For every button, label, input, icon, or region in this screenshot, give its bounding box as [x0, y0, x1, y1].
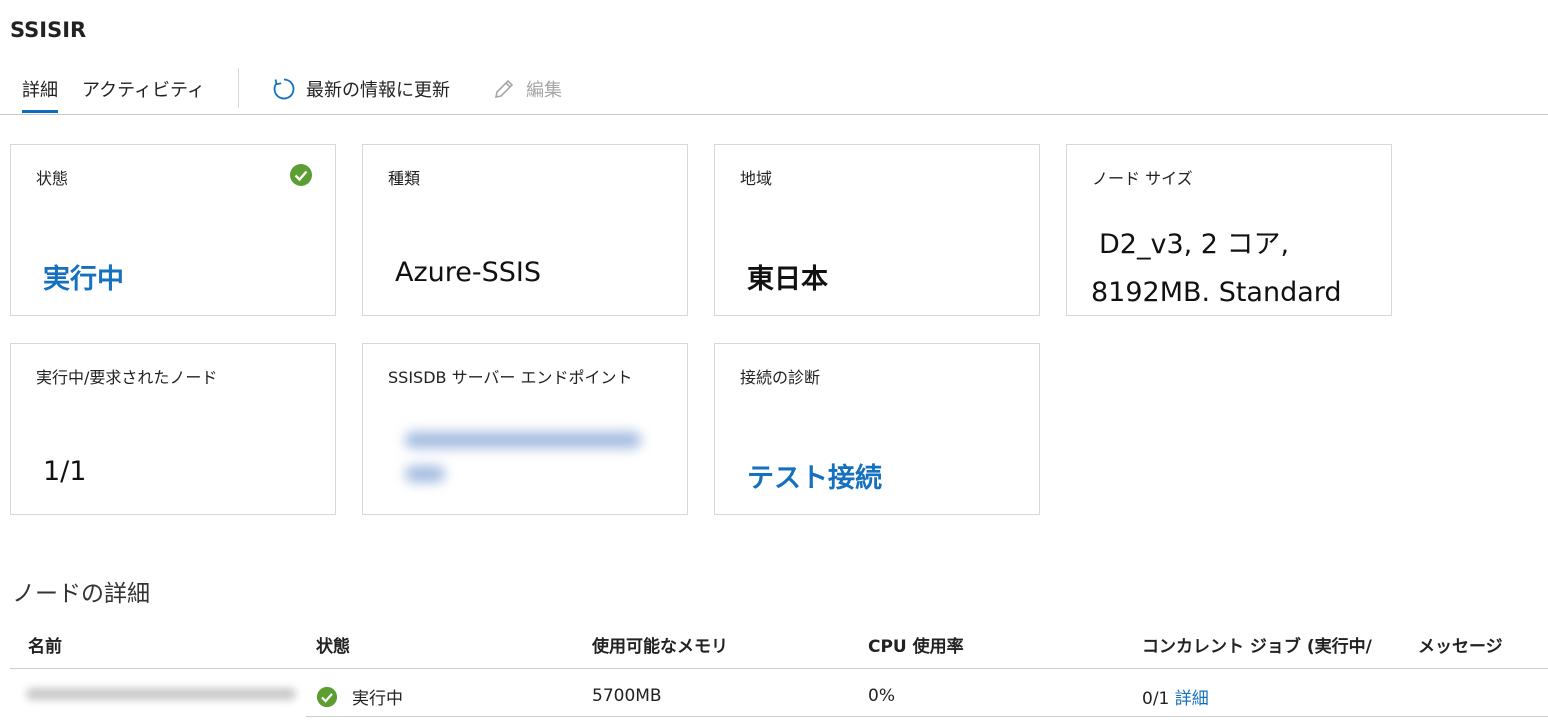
page-title: SSISIR: [10, 18, 87, 42]
tile-label: 地域: [740, 169, 773, 188]
tab-activity[interactable]: アクティビティ: [82, 76, 205, 112]
check-circle-icon: [290, 164, 312, 186]
column-header-jobs[interactable]: コンカレント ジョブ (実行中/: [1142, 632, 1408, 657]
jobs-value: 0/1: [1142, 689, 1170, 709]
table-cell-cpu: 0%: [868, 686, 895, 706]
refresh-icon: [273, 78, 295, 100]
table-cell-jobs: 0/1 詳細: [1142, 684, 1209, 709]
table-cell-status: 実行中: [316, 684, 403, 709]
redacted-endpoint: [405, 424, 645, 494]
type-value: Azure-SSIS: [395, 257, 541, 288]
header-divider: [10, 668, 1548, 669]
redacted-node-name: [26, 688, 296, 700]
endpoint-tile: SSISDB サーバー エンドポイント: [362, 343, 688, 515]
tile-label: SSISDB サーバー エンドポイント: [388, 368, 633, 387]
section-title: ノードの詳細: [12, 581, 150, 607]
diagnostics-tile: 接続の診断 テスト接続: [714, 343, 1040, 515]
column-header-name[interactable]: 名前: [28, 632, 62, 657]
edit-label: 編集: [526, 80, 562, 101]
column-header-memory[interactable]: 使用可能なメモリ: [592, 632, 728, 657]
tile-label: 状態: [36, 169, 69, 188]
node-size-tile: ノード サイズ D2_v3, 2 コア, 8192MB. Standard: [1066, 144, 1392, 316]
status-text: 実行中: [352, 689, 403, 709]
nodes-value: 1/1: [43, 456, 87, 487]
redacted-bar: [405, 466, 445, 482]
status-tile: 状態 実行中: [10, 144, 336, 316]
edit-button[interactable]: 編集: [492, 76, 562, 102]
edit-icon: [494, 79, 514, 99]
toolbar: 詳細 アクティビティ 最新の情報に更新 編集: [0, 66, 1548, 115]
row-divider: [306, 716, 1548, 717]
redacted-bar: [405, 432, 641, 448]
tile-label: 種類: [388, 169, 421, 188]
node-size-line-1: D2_v3, 2 コア,: [1099, 229, 1290, 260]
tab-details[interactable]: 詳細: [22, 76, 58, 113]
column-header-status[interactable]: 状態: [316, 632, 350, 657]
tile-label: ノード サイズ: [1092, 169, 1193, 188]
table-cell-memory: 5700MB: [592, 686, 662, 706]
column-header-message[interactable]: メッセージ: [1418, 632, 1503, 657]
node-size-value: D2_v3, 2 コア, 8192MB. Standard: [1091, 221, 1342, 317]
jobs-details-link[interactable]: 詳細: [1175, 689, 1209, 709]
check-circle-icon: [316, 686, 338, 707]
tile-label: 実行中/要求されたノード: [36, 368, 218, 387]
region-value: 東日本: [747, 264, 828, 295]
tile-label: 接続の診断: [740, 368, 821, 387]
test-connection-link[interactable]: テスト接続: [747, 456, 882, 495]
region-tile: 地域 東日本: [714, 144, 1040, 316]
type-tile: 種類 Azure-SSIS: [362, 144, 688, 316]
refresh-button[interactable]: 最新の情報に更新: [272, 76, 450, 102]
column-header-cpu[interactable]: CPU 使用率: [868, 632, 964, 657]
refresh-label: 最新の情報に更新: [306, 80, 450, 101]
nodes-tile: 実行中/要求されたノード 1/1: [10, 343, 336, 515]
status-value: 実行中: [43, 264, 124, 295]
node-size-line-2: 8192MB. Standard: [1091, 277, 1342, 308]
toolbar-divider: [238, 68, 239, 108]
